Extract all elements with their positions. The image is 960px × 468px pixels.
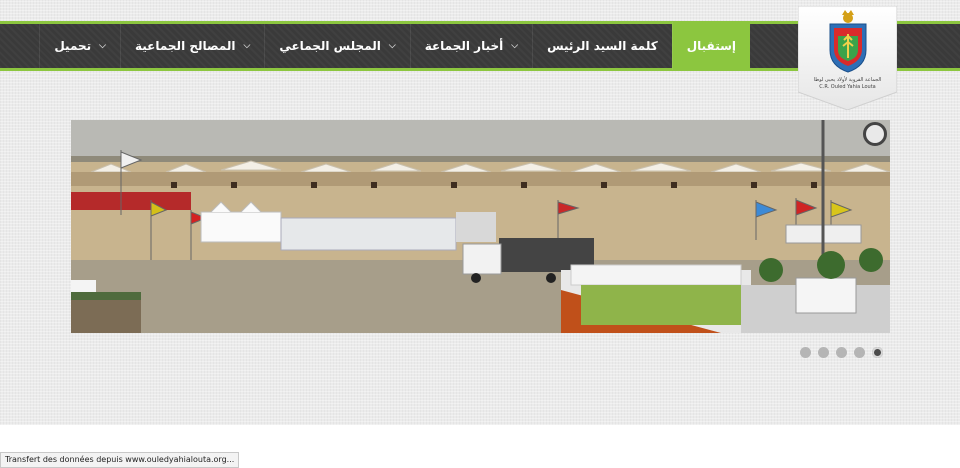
nav-item-label: إستقبال <box>686 39 736 53</box>
logo-badge <box>797 5 898 111</box>
chevron-down-icon: ⌵ <box>388 41 396 51</box>
nav-item-president-word[interactable]: كلمة السيد الرئيس <box>532 24 672 68</box>
slide-image <box>71 120 890 333</box>
chevron-down-icon: ⌵ <box>243 41 251 51</box>
nav-item-label: المجلس الجماعي <box>279 39 381 53</box>
nav-item-home[interactable]: إستقبال <box>671 22 750 70</box>
nav-item-services[interactable]: المصالح الجماعية ⌵ <box>119 24 264 68</box>
logo-text-french: C.R. Ouled Yahia Louta <box>819 84 876 90</box>
nav-item-label: تحميل <box>54 39 92 53</box>
site-logo[interactable]: الجماعة القروية لأولاد يحيى لوطا C.R. Ou… <box>797 5 898 111</box>
slider-dot-active[interactable] <box>872 347 883 358</box>
slider-pagination <box>800 347 883 358</box>
nav-item-news[interactable]: أخبار الجماعة ⌵ <box>409 24 532 68</box>
loading-spinner-icon <box>863 122 887 146</box>
nav-item-label: كلمة السيد الرئيس <box>547 39 658 53</box>
nav-item-download[interactable]: تحميل ⌵ <box>39 24 120 68</box>
main-menu: إستقبال كلمة السيد الرئيس أخبار الجماعة … <box>39 22 750 70</box>
nav-item-label: المصالح الجماعية <box>134 39 236 53</box>
chevron-down-icon: ⌵ <box>511 41 519 51</box>
slider-dot[interactable] <box>800 347 811 358</box>
logo-text-arabic: الجماعة القروية لأولاد يحيى لوطا <box>813 77 882 83</box>
chevron-down-icon: ⌵ <box>99 41 106 51</box>
slider-dot[interactable] <box>836 347 847 358</box>
nav-item-label: أخبار الجماعة <box>424 39 504 53</box>
slider-dot[interactable] <box>818 347 829 358</box>
nav-item-council[interactable]: المجلس الجماعي ⌵ <box>264 24 409 68</box>
slider-dot[interactable] <box>854 347 865 358</box>
image-slider[interactable] <box>71 120 890 333</box>
browser-status-bar: Transfert des données depuis www.ouledya… <box>0 452 240 468</box>
